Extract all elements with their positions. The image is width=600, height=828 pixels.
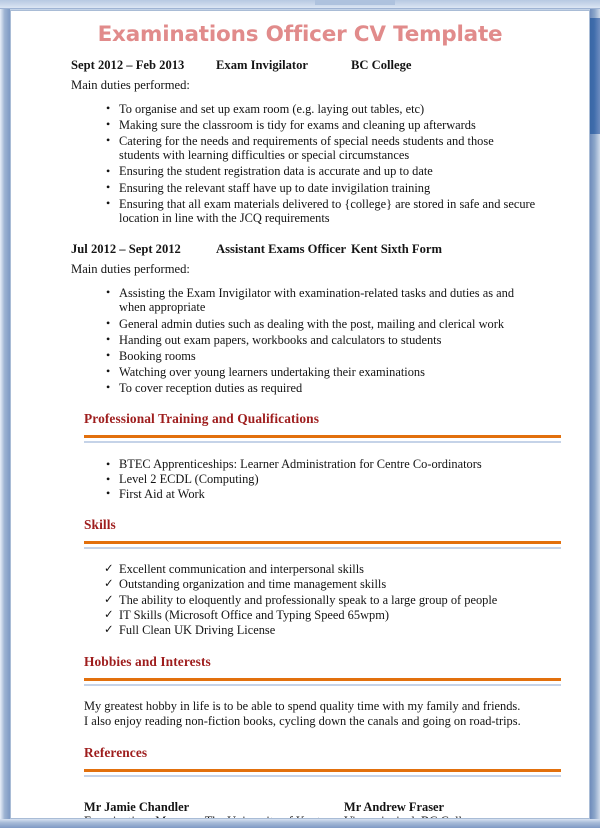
duties-label: Main duties performed: (71, 261, 190, 276)
list-item: To organise and set up exam room (e.g. l… (24, 101, 576, 117)
list-item: Catering for the needs and requirements … (24, 133, 576, 163)
experience-header-row: Sept 2012 – Feb 2013 Exam Invigilator BC… (24, 58, 576, 75)
section-heading-references: References (84, 744, 148, 760)
section-heading-skills: Skills (84, 517, 116, 533)
viewer-bottom-rail (0, 819, 600, 828)
experience-job-title: Exam Invigilator (216, 57, 309, 72)
list-item: Outstanding organization and time manage… (24, 577, 576, 592)
reference-role: Vice-principal, BC College (344, 814, 562, 818)
list-item: Full Clean UK Driving License (24, 623, 576, 638)
divider-orange-rule (84, 541, 561, 545)
document-viewer: Examinations Officer CV Template Sept 20… (0, 0, 600, 828)
reference-role: Examinations Manager, The University of … (84, 814, 320, 818)
divider-blue-rule (84, 684, 561, 687)
section-divider (24, 541, 576, 550)
reference-name: Mr Jamie Chandler (84, 799, 190, 814)
section-divider (24, 678, 576, 687)
divider-blue-rule (84, 774, 561, 777)
list-item: First Aid at Work (24, 486, 576, 502)
list-item: The ability to eloquently and profession… (24, 593, 576, 608)
hobbies-paragraph: My greatest hobby in life is to be able … (84, 699, 521, 729)
training-list: BTEC Apprenticeships: Learner Administra… (24, 457, 576, 501)
list-item: Ensuring the student registration data i… (24, 164, 576, 179)
section-heading-training: Professional Training and Qualifications (84, 411, 320, 427)
divider-blue-rule (84, 547, 561, 550)
duties-label: Main duties performed: (71, 77, 190, 92)
experience-duties-list: Assisting the Exam Invigilator with exam… (24, 285, 576, 396)
list-item: Assisting the Exam Invigilator with exam… (24, 285, 576, 315)
reference-entry: Mr Andrew Fraser Vice-principal, BC Coll… (344, 799, 562, 818)
divider-orange-rule (84, 678, 561, 682)
list-item: Handing out exam papers, workbooks and c… (24, 332, 576, 348)
section-heading-hobbies: Hobbies and Interests (84, 654, 211, 670)
experience-duties-list: To organise and set up exam room (e.g. l… (24, 101, 576, 226)
list-item: General admin duties such as dealing wit… (24, 316, 576, 332)
experience-dates: Sept 2012 – Feb 2013 (71, 57, 185, 72)
references-block: Mr Jamie Chandler Examinations Manager, … (24, 799, 576, 818)
reference-entry: Mr Jamie Chandler Examinations Manager, … (84, 799, 320, 818)
list-item: Making sure the classroom is tidy for ex… (24, 117, 576, 133)
viewer-left-rail (0, 9, 10, 828)
scrollbar-thumb[interactable] (590, 18, 600, 134)
experience-employer: Kent Sixth Form (351, 241, 442, 256)
list-item: Level 2 ECDL (Computing) (24, 472, 576, 487)
viewer-right-scrollbar[interactable] (590, 9, 600, 828)
viewer-tab-handle[interactable] (315, 0, 395, 5)
experience-job-title: Assistant Exams Officer (216, 241, 347, 256)
list-item: IT Skills (Microsoft Office and Typing S… (24, 608, 576, 623)
list-item: BTEC Apprenticeships: Learner Administra… (24, 457, 576, 472)
divider-orange-rule (84, 435, 561, 439)
list-item: Watching over young learners undertaking… (24, 364, 576, 380)
list-item: Ensuring that all exam materials deliver… (24, 196, 576, 226)
reference-name: Mr Andrew Fraser (344, 799, 445, 814)
experience-employer: BC College (351, 57, 412, 72)
experience-dates: Jul 2012 – Sept 2012 (71, 241, 181, 256)
experience-header-row: Jul 2012 – Sept 2012 Assistant Exams Off… (24, 242, 576, 259)
list-item: Booking rooms (24, 348, 576, 364)
skills-list: Excellent communication and interpersona… (24, 562, 576, 638)
page-title: Examinations Officer CV Template (97, 22, 503, 47)
divider-orange-rule (84, 768, 561, 772)
viewer-top-chrome (0, 0, 600, 9)
list-item: Ensuring the relevant staff have up to d… (24, 180, 576, 196)
list-item: To cover reception duties as required (24, 380, 576, 396)
divider-blue-rule (84, 441, 561, 444)
list-item: Excellent communication and interpersona… (24, 562, 576, 577)
section-divider (24, 768, 576, 778)
cv-page-sheet: Examinations Officer CV Template Sept 20… (10, 10, 590, 819)
section-divider (24, 435, 576, 444)
